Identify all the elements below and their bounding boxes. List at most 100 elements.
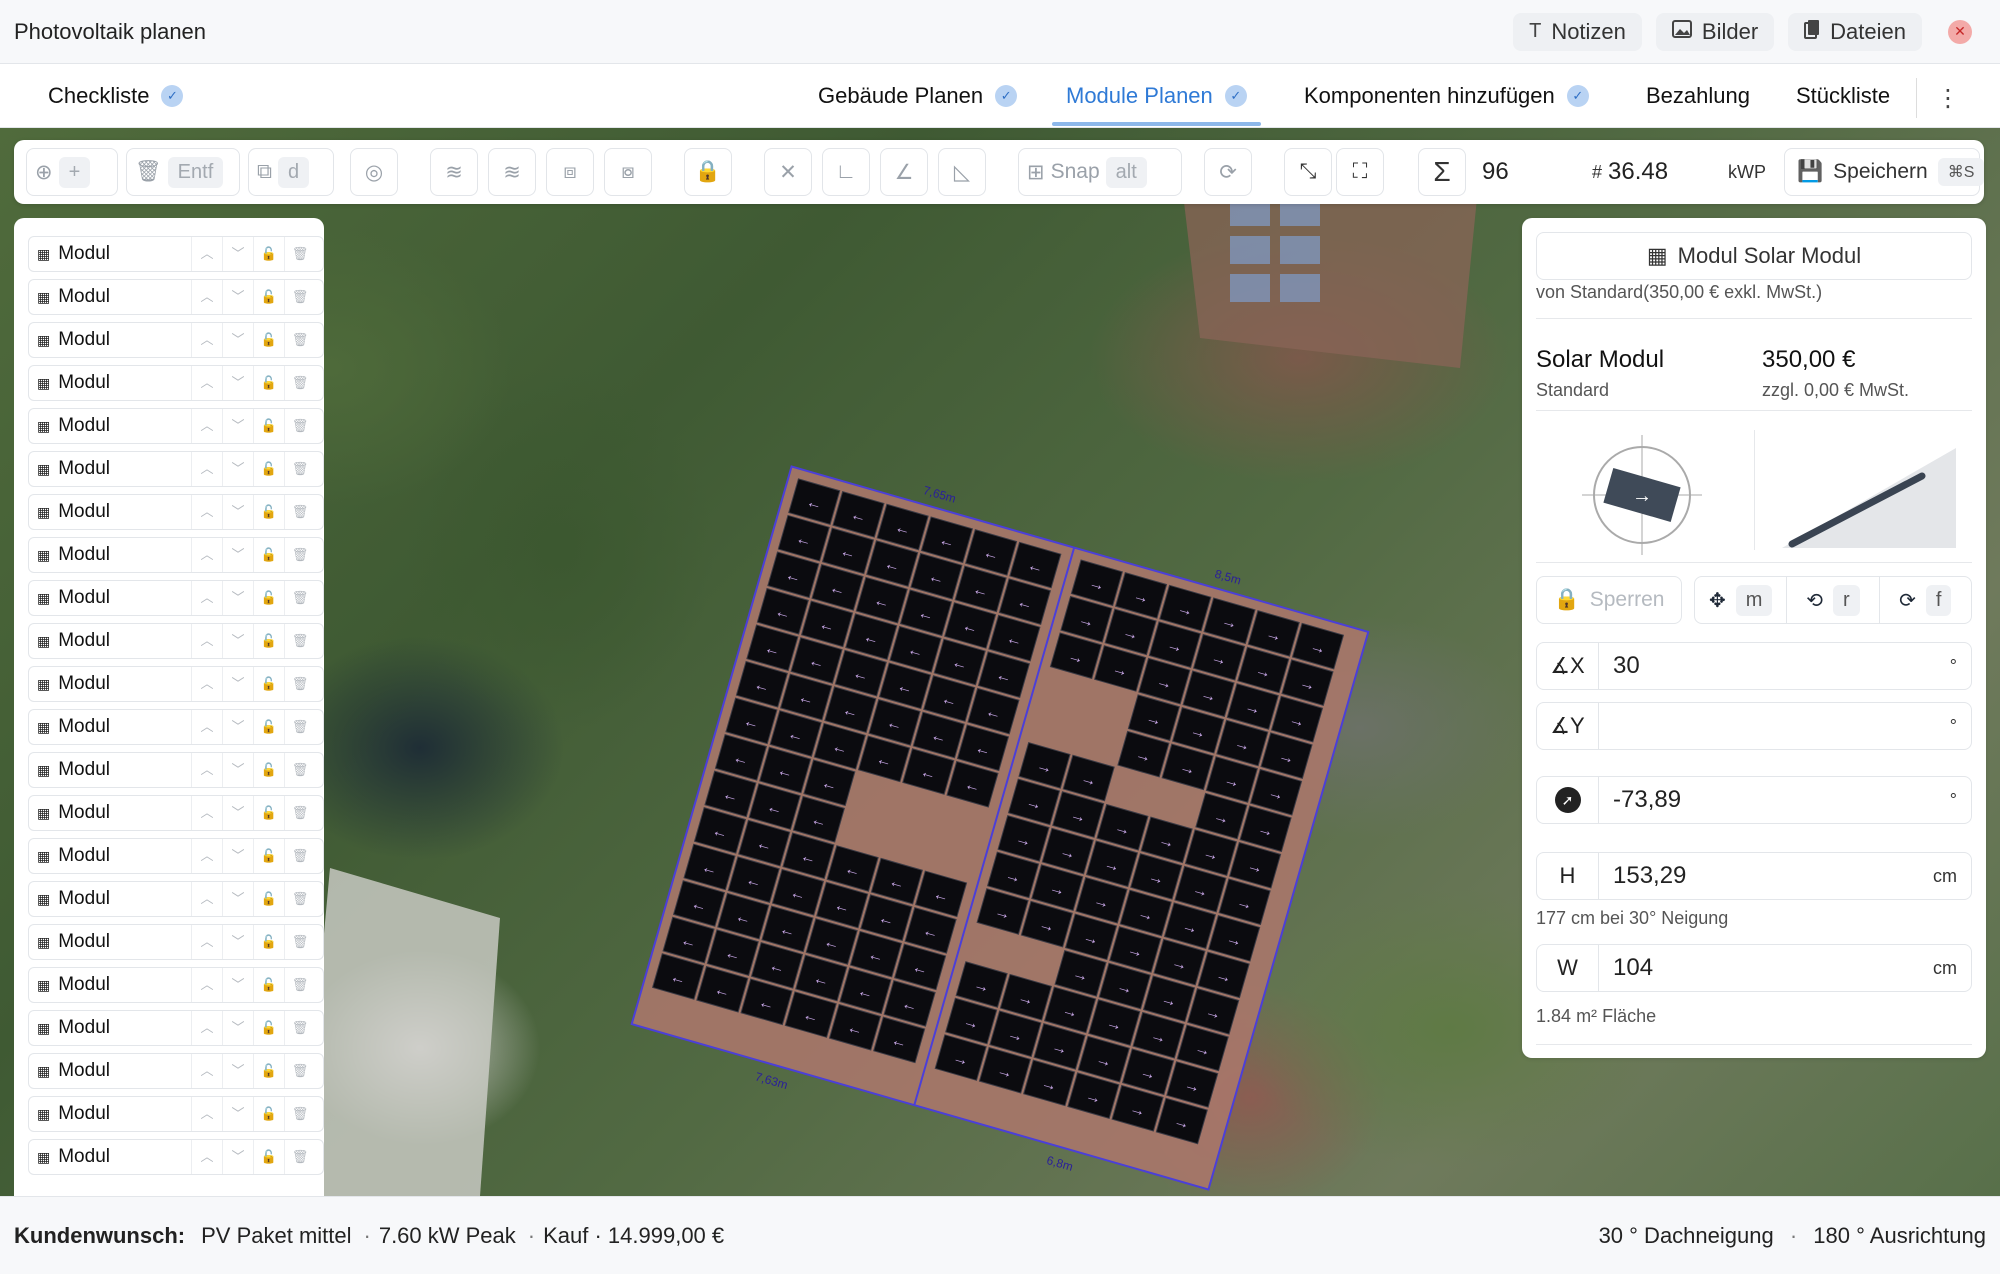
tab-komponenten-hinzufuegen[interactable]: Komponenten hinzufügen ✓ [1304, 64, 1589, 128]
unlock-icon[interactable]: 🔓 [253, 452, 284, 486]
chevron-down-icon[interactable]: ﹀ [222, 968, 253, 1002]
unlock-icon[interactable]: 🔓 [253, 237, 284, 271]
list-item[interactable]: ▦ Modul ︿ ﹀ 🔓 🗑 [28, 924, 324, 960]
duplicate-button[interactable]: ⧉ d [248, 148, 334, 196]
chevron-down-icon[interactable]: ﹀ [222, 925, 253, 959]
chevron-down-icon[interactable]: ﹀ [222, 1097, 253, 1131]
tab-stueckliste[interactable]: Stückliste [1796, 64, 1890, 128]
list-item[interactable]: ▦ Modul ︿ ﹀ 🔓 🗑 [28, 322, 324, 358]
snap-toggle[interactable]: ⊞ Snap alt [1018, 148, 1182, 196]
chevron-down-icon[interactable]: ﹀ [222, 710, 253, 744]
trash-icon[interactable]: 🗑 [284, 753, 315, 787]
unlock-icon[interactable]: 🔓 [253, 1011, 284, 1045]
files-button[interactable]: Dateien [1788, 12, 1922, 51]
collapse-button[interactable]: ⤡ [1284, 148, 1332, 196]
tilt-y-field[interactable]: ∡ Y ° [1536, 702, 1972, 750]
triangle-tool-button[interactable]: ◺ [938, 148, 986, 196]
unlock-icon[interactable]: 🔓 [253, 280, 284, 314]
chevron-down-icon[interactable]: ﹀ [222, 538, 253, 572]
chevron-down-icon[interactable]: ﹀ [222, 495, 253, 529]
list-item[interactable]: ▦ Modul ︿ ﹀ 🔓 🗑 [28, 236, 324, 272]
list-item[interactable]: ▦ Modul ︿ ﹀ 🔓 🗑 [28, 279, 324, 315]
trash-icon[interactable]: 🗑 [284, 452, 315, 486]
chevron-up-icon[interactable]: ︿ [191, 667, 222, 701]
chevron-up-icon[interactable]: ︿ [191, 366, 222, 400]
chevron-up-icon[interactable]: ︿ [191, 280, 222, 314]
trash-icon[interactable]: 🗑 [284, 1140, 315, 1174]
chevron-down-icon[interactable]: ﹀ [222, 237, 253, 271]
unlock-icon[interactable]: 🔓 [253, 968, 284, 1002]
trash-icon[interactable]: 🗑 [284, 495, 315, 529]
list-item[interactable]: ▦ Modul ︿ ﹀ 🔓 🗑 [28, 580, 324, 616]
list-item[interactable]: ▦ Modul ︿ ﹀ 🔓 🗑 [28, 967, 324, 1003]
fullscreen-button[interactable]: ⛶ [1336, 148, 1384, 196]
trash-icon[interactable]: 🗑 [284, 1054, 315, 1088]
width-value[interactable]: 104 [1599, 954, 1933, 982]
trash-icon[interactable]: 🗑 [284, 581, 315, 615]
notes-button[interactable]: T Notizen [1513, 12, 1642, 51]
chevron-up-icon[interactable]: ︿ [191, 452, 222, 486]
unlock-icon[interactable]: 🔓 [253, 495, 284, 529]
chevron-down-icon[interactable]: ﹀ [222, 366, 253, 400]
list-item[interactable]: ▦ Modul ︿ ﹀ 🔓 🗑 [28, 537, 324, 573]
chevron-up-icon[interactable]: ︿ [191, 968, 222, 1002]
add-module-button[interactable]: ⊕ + [26, 148, 118, 196]
tilt-x-field[interactable]: ∡ X 30 ° [1536, 642, 1972, 690]
unlock-icon[interactable]: 🔓 [253, 581, 284, 615]
trash-icon[interactable]: 🗑 [284, 1097, 315, 1131]
flip-button[interactable]: ⟳ f [1880, 577, 1971, 623]
chevron-down-icon[interactable]: ﹀ [222, 581, 253, 615]
save-button[interactable]: 💾 Speichern ⌘S [1784, 148, 1985, 196]
chevron-up-icon[interactable]: ︿ [191, 753, 222, 787]
chevron-down-icon[interactable]: ﹀ [222, 882, 253, 916]
unlock-icon[interactable]: 🔓 [253, 925, 284, 959]
chevron-up-icon[interactable]: ︿ [191, 925, 222, 959]
angle-tool-button[interactable]: ∟ [822, 148, 870, 196]
list-item[interactable]: ▦ Modul ︿ ﹀ 🔓 🗑 [28, 666, 324, 702]
list-item[interactable]: ▦ Modul ︿ ﹀ 🔓 🗑 [28, 1053, 324, 1089]
layer-up-button[interactable]: ≋ [430, 148, 478, 196]
unlock-icon[interactable]: 🔓 [253, 1097, 284, 1131]
trash-icon[interactable]: 🗑 [284, 710, 315, 744]
list-item[interactable]: ▦ Modul ︿ ﹀ 🔓 🗑 [28, 752, 324, 788]
trash-icon[interactable]: 🗑 [284, 968, 315, 1002]
chevron-up-icon[interactable]: ︿ [191, 710, 222, 744]
list-item[interactable]: ▦ Modul ︿ ﹀ 🔓 🗑 [28, 709, 324, 745]
list-item[interactable]: ▦ Modul ︿ ﹀ 🔓 🗑 [28, 1096, 324, 1132]
height-value[interactable]: 153,29 [1599, 862, 1933, 890]
tab-module-planen[interactable]: Module Planen ✓ [1052, 64, 1261, 128]
chevron-down-icon[interactable]: ﹀ [222, 409, 253, 443]
list-item[interactable]: ▦ Modul ︿ ﹀ 🔓 🗑 [28, 881, 324, 917]
cancel-measure-button[interactable]: ✕ [764, 148, 812, 196]
chevron-up-icon[interactable]: ︿ [191, 495, 222, 529]
chevron-up-icon[interactable]: ︿ [191, 237, 222, 271]
unlock-icon[interactable]: 🔓 [253, 538, 284, 572]
tilt-x-value[interactable]: 30 [1599, 652, 1950, 680]
unlock-icon[interactable]: 🔓 [253, 323, 284, 357]
module-select-button[interactable]: ▦ Modul Solar Modul [1536, 232, 1972, 280]
lock-module-button[interactable]: 🔒 Sperren [1536, 576, 1682, 624]
unlock-icon[interactable]: 🔓 [253, 624, 284, 658]
trash-icon[interactable]: 🗑 [284, 280, 315, 314]
trash-icon[interactable]: 🗑 [284, 796, 315, 830]
target-button[interactable]: ◎ [350, 148, 398, 196]
unlock-icon[interactable]: 🔓 [253, 1140, 284, 1174]
trash-icon[interactable]: 🗑 [284, 624, 315, 658]
chevron-down-icon[interactable]: ﹀ [222, 1011, 253, 1045]
chevron-up-icon[interactable]: ︿ [191, 1011, 222, 1045]
list-item[interactable]: ▦ Modul ︿ ﹀ 🔓 🗑 [28, 795, 324, 831]
trash-icon[interactable]: 🗑 [284, 925, 315, 959]
unlock-icon[interactable]: 🔓 [253, 796, 284, 830]
list-item[interactable]: ▦ Modul ︿ ﹀ 🔓 🗑 [28, 408, 324, 444]
chevron-down-icon[interactable]: ﹀ [222, 753, 253, 787]
list-item[interactable]: ▦ Modul ︿ ﹀ 🔓 🗑 [28, 1010, 324, 1046]
chevron-down-icon[interactable]: ﹀ [222, 1054, 253, 1088]
tab-checkliste[interactable]: Checkliste ✓ [48, 64, 184, 128]
chevron-up-icon[interactable]: ︿ [191, 409, 222, 443]
lock-button[interactable]: 🔒 [684, 148, 732, 196]
chevron-up-icon[interactable]: ︿ [191, 882, 222, 916]
tab-bezahlung[interactable]: Bezahlung [1646, 64, 1750, 128]
more-menu-icon[interactable]: ⋮ [1936, 84, 1960, 113]
chevron-up-icon[interactable]: ︿ [191, 1097, 222, 1131]
unlock-icon[interactable]: 🔓 [253, 839, 284, 873]
